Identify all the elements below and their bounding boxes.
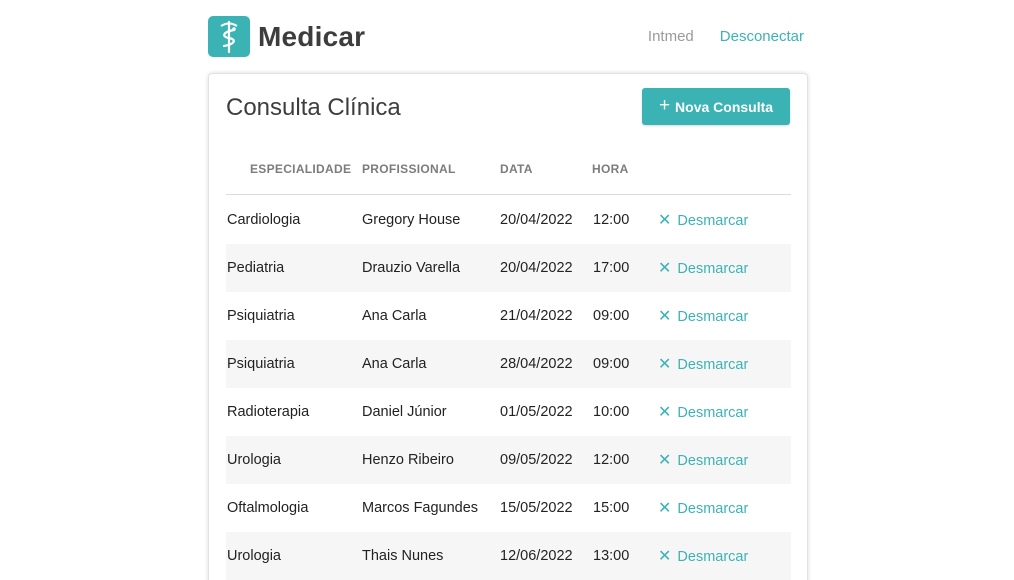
cell-data: 21/04/2022 [500,308,573,324]
cancel-appointment-button[interactable]: ✕ Desmarcar [658,451,748,471]
close-icon: ✕ [658,356,672,373]
cancel-label: Desmarcar [677,405,749,421]
table-row: Urologia Thais Nunes 12/06/2022 13:00 ✕ Desma… [226,532,791,580]
cell-profissional: Drauzio Varella [362,260,461,276]
cell-especialidade: Pediatria [227,260,285,276]
cell-profissional: Ana Carla [362,308,427,324]
logout-link[interactable]: Desconectar [720,27,804,47]
cell-data: 28/04/2022 [500,356,573,372]
table-row: Urologia Henzo Ribeiro 09/05/2022 12:00 ✕ Des… [226,436,791,484]
plus-icon: + [658,95,671,116]
table-row: Pediatria Drauzio Varella 20/04/2022 17:00 ✕… [226,244,791,292]
cell-profissional: Daniel Júnior [362,404,447,420]
cell-hora: 12:00 [593,212,630,228]
table-row: Oftalmologia Marcos Fagundes 15/05/2022 15:… [226,484,791,532]
appointments-card: Consulta Clínica + Nova Consulta ESPECIA… [208,73,808,580]
close-icon: ✕ [658,308,672,325]
cell-data: 15/05/2022 [500,500,573,516]
column-header-hora: HORA [592,162,629,176]
cancel-appointment-button[interactable]: ✕ Desmarcar [658,259,748,279]
cancel-appointment-button[interactable]: ✕ Desmarcar [658,355,748,375]
cancel-appointment-button[interactable]: ✕ Desmarcar [658,499,748,519]
appointments-table-body: Cardiologia Gregory House 20/04/2022 12:00 ✕… [226,196,791,580]
cancel-label: Desmarcar [677,309,749,325]
table-header: ESPECIALIDADE PROFISSIONAL DATA HORA [226,158,791,195]
cancel-appointment-button[interactable]: ✕ Desmarcar [658,307,748,327]
user-name: Intmed [647,28,694,45]
cell-data: 20/04/2022 [500,212,573,228]
table-row: Psiquiatria Ana Carla 21/04/2022 09:00 ✕ Desm… [226,292,791,340]
cancel-appointment-button[interactable]: ✕ Desmarcar [658,211,748,231]
page-title: Consulta Clínica [226,94,401,121]
cell-hora: 10:00 [593,404,630,420]
cell-hora: 12:00 [593,452,630,468]
table-row: Radioterapia Daniel Júnior 01/05/2022 10:00… [226,388,791,436]
cell-especialidade: Cardiologia [227,212,301,228]
new-appointment-button[interactable]: + Nova Consulta [642,88,790,125]
close-icon: ✕ [658,260,672,277]
cell-hora: 09:00 [593,356,630,372]
caduceus-icon [208,16,250,57]
column-header-data: DATA [500,162,533,176]
cell-hora: 15:00 [593,500,630,516]
cell-especialidade: Urologia [227,452,281,468]
cancel-label: Desmarcar [677,213,749,229]
cell-hora: 13:00 [593,548,630,564]
cancel-label: Desmarcar [677,501,749,517]
table-row: Psiquiatria Ana Carla 28/04/2022 09:00 ✕ Desm… [226,340,791,388]
close-icon: ✕ [658,452,672,469]
column-header-profissional: PROFISSIONAL [362,162,456,176]
table-row: Cardiologia Gregory House 20/04/2022 12:00 ✕… [226,196,791,244]
cell-profissional: Henzo Ribeiro [362,452,454,468]
cell-data: 12/06/2022 [500,548,573,564]
cancel-appointment-button[interactable]: ✕ Desmarcar [658,547,748,567]
cancel-appointment-button[interactable]: ✕ Desmarcar [658,403,748,423]
close-icon: ✕ [658,548,672,565]
cell-especialidade: Psiquiatria [227,308,295,324]
cell-hora: 17:00 [593,260,630,276]
close-icon: ✕ [658,404,672,421]
cancel-label: Desmarcar [677,549,749,565]
app-header: Medicar Intmed Desconectar [208,16,806,57]
cancel-label: Desmarcar [677,453,749,469]
cell-data: 09/05/2022 [500,452,573,468]
cell-profissional: Marcos Fagundes [362,500,479,516]
cell-profissional: Ana Carla [362,356,427,372]
cell-especialidade: Radioterapia [227,404,310,420]
close-icon: ✕ [658,212,672,229]
cell-data: 20/04/2022 [500,260,573,276]
cell-hora: 09:00 [593,308,630,324]
cancel-label: Desmarcar [677,261,749,277]
cell-especialidade: Oftalmologia [227,500,309,516]
cell-especialidade: Urologia [227,548,281,564]
cell-data: 01/05/2022 [500,404,573,420]
top-nav: Intmed Desconectar [648,27,804,47]
new-appointment-label: Nova Consulta [675,98,774,115]
close-icon: ✕ [658,500,672,517]
cancel-label: Desmarcar [677,357,749,373]
cell-profissional: Gregory House [362,212,461,228]
cell-profissional: Thais Nunes [362,548,444,564]
cell-especialidade: Psiquiatria [227,356,295,372]
column-header-especialidade: ESPECIALIDADE [250,162,352,176]
brand-name: Medicar [258,21,366,52]
